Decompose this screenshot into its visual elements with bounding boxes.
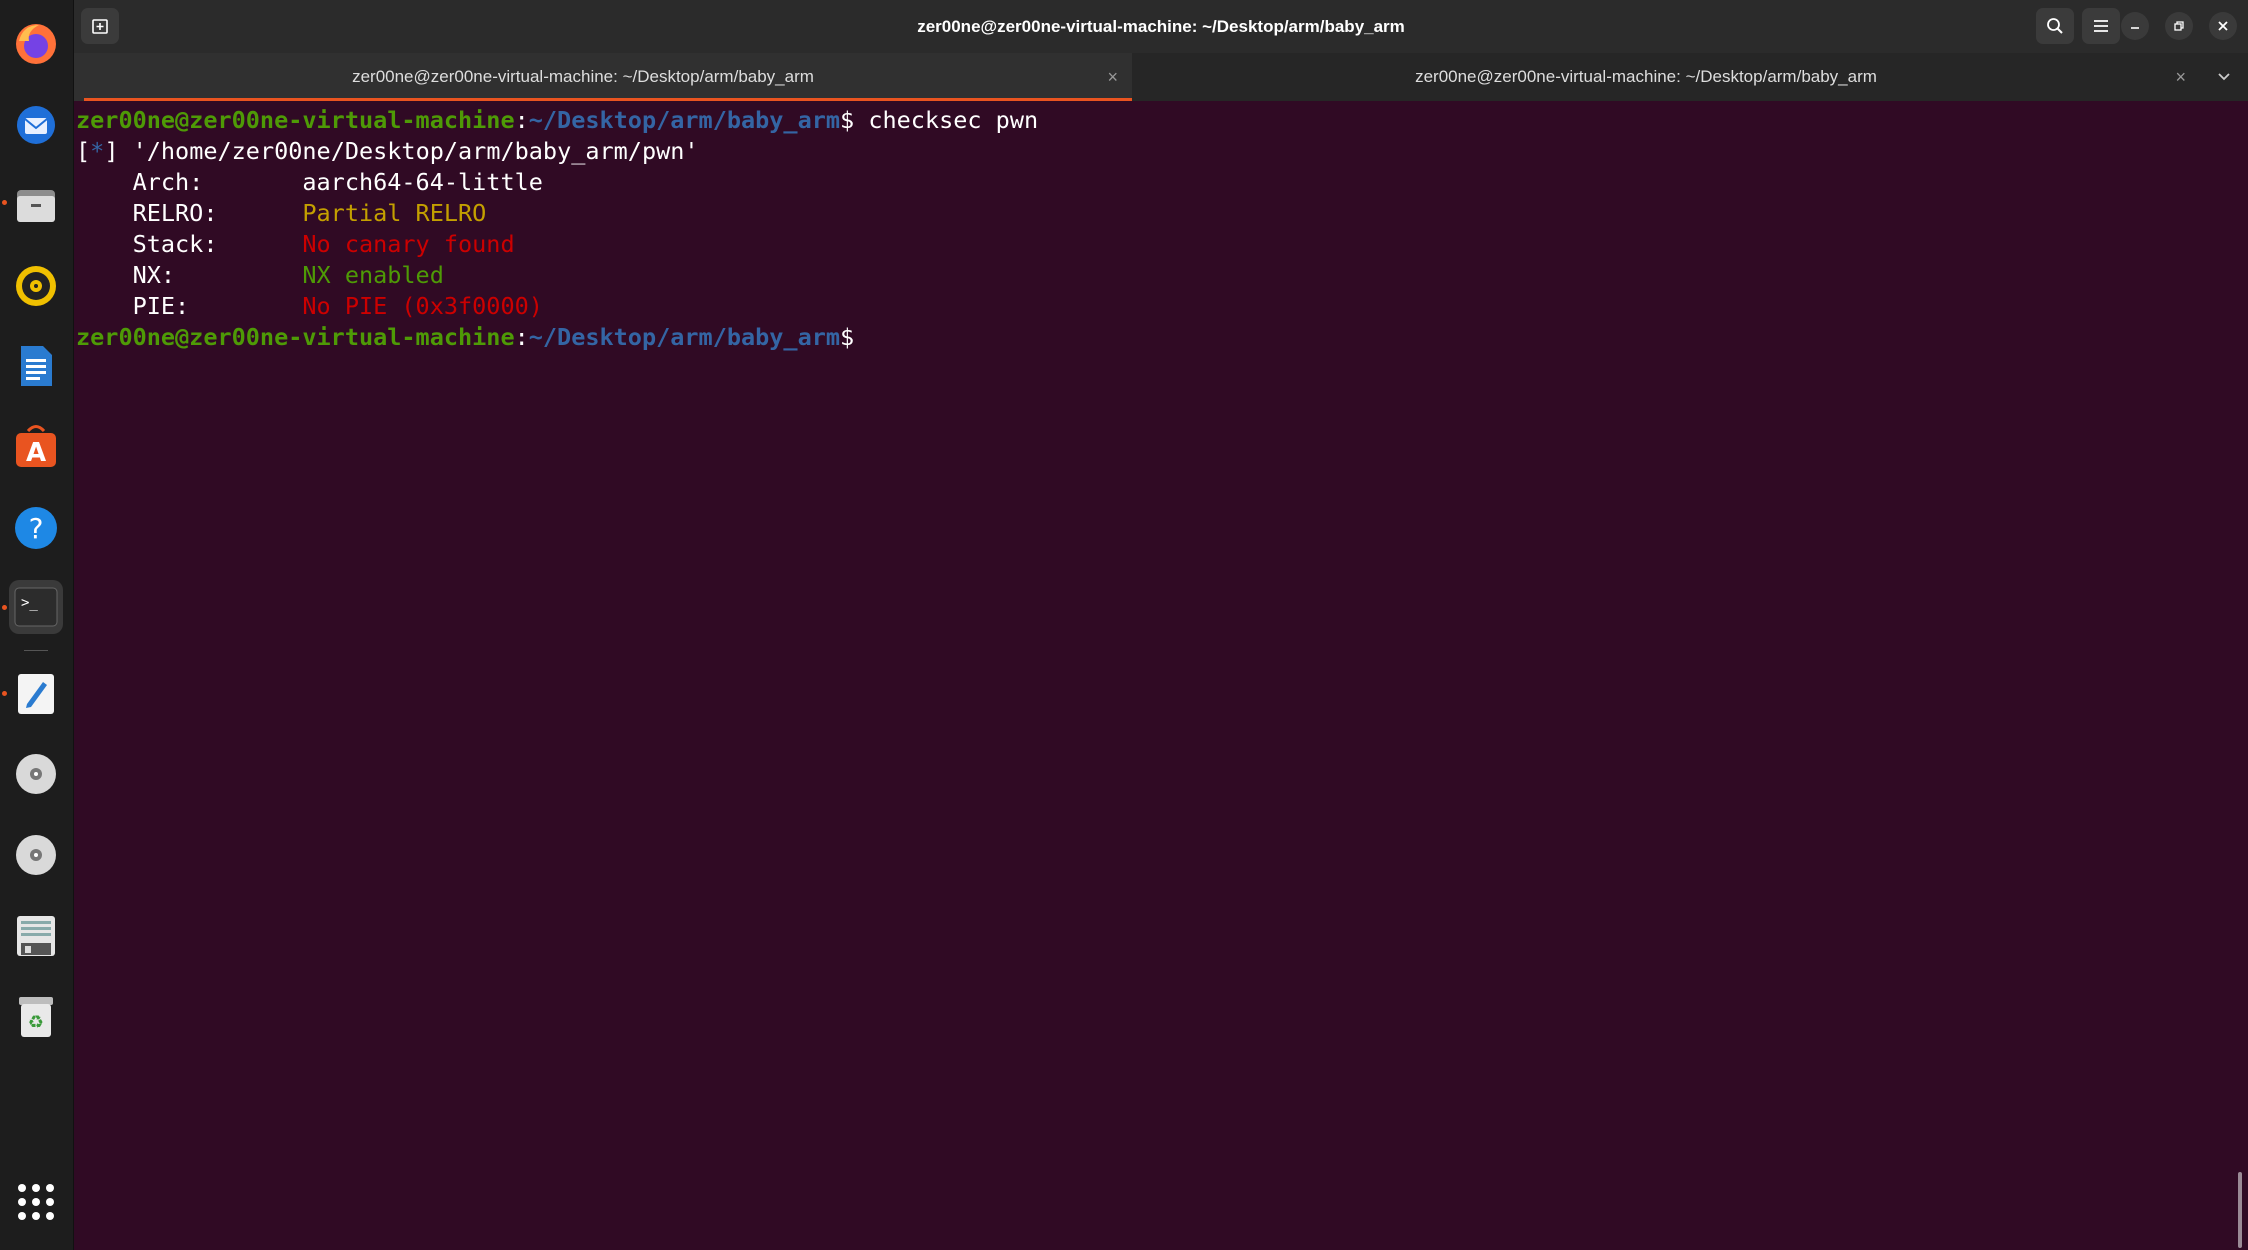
- scrollbar[interactable]: [2238, 1172, 2242, 1248]
- tab-list-button[interactable]: [2212, 65, 2236, 89]
- prompt-colon: :: [514, 106, 529, 134]
- search-button[interactable]: [2036, 8, 2074, 44]
- bracket-open: [: [76, 137, 91, 165]
- prompt-line: zer00ne@zer00ne-virtual-machine:~/Deskto…: [76, 105, 1038, 136]
- checksec-row-relro: RELRO: Partial RELRO: [76, 198, 487, 229]
- row-value: No PIE (0x3f0000): [302, 292, 543, 320]
- window-title: zer00ne@zer00ne-virtual-machine: ~/Deskt…: [917, 17, 1405, 36]
- prompt-path: ~/Desktop/arm/baby_arm: [528, 323, 841, 351]
- minimize-icon: [2131, 27, 2139, 29]
- menu-button[interactable]: [2082, 8, 2120, 44]
- checksec-row-arch: Arch: aarch64-64-little: [76, 167, 543, 198]
- prompt-user: zer00ne@zer00ne-virtual-machine: [76, 323, 515, 351]
- help-icon[interactable]: ?: [9, 501, 63, 555]
- checksec-row-stack: Stack: No canary found: [76, 229, 515, 260]
- row-value: aarch64-64-little: [302, 168, 543, 196]
- row-key: PIE:: [76, 292, 303, 320]
- prompt-path: ~/Desktop/arm/baby_arm: [528, 106, 841, 134]
- disc-icon[interactable]: [9, 828, 63, 882]
- tab-label: zer00ne@zer00ne-virtual-machine: ~/Deskt…: [1415, 67, 1877, 86]
- files-icon[interactable]: [2, 178, 63, 232]
- tab-2[interactable]: zer00ne@zer00ne-virtual-machine: ~/Deskt…: [1132, 53, 2200, 101]
- thunderbird-icon[interactable]: [9, 97, 63, 151]
- checksec-row-nx: NX: NX enabled: [76, 260, 444, 291]
- minimize-button[interactable]: [2121, 12, 2149, 40]
- close-icon: [2218, 21, 2228, 31]
- checksec-row-pie: PIE: No PIE (0x3f0000): [76, 291, 543, 322]
- prompt-line: zer00ne@zer00ne-virtual-machine:~/Deskto…: [76, 322, 854, 353]
- prompt-user: zer00ne@zer00ne-virtual-machine: [76, 106, 515, 134]
- title-bar: zer00ne@zer00ne-virtual-machine: ~/Deskt…: [74, 0, 2248, 53]
- info-star: *: [90, 137, 105, 165]
- tab-label: zer00ne@zer00ne-virtual-machine: ~/Deskt…: [352, 67, 814, 86]
- tab-close-button[interactable]: ×: [1107, 53, 1118, 101]
- row-key: NX:: [76, 261, 303, 289]
- show-apps-icon[interactable]: [9, 1175, 63, 1229]
- close-window-button[interactable]: [2209, 12, 2237, 40]
- restore-icon: [2174, 21, 2184, 31]
- rhythmbox-icon[interactable]: [9, 259, 63, 313]
- app-center-icon[interactable]: A: [9, 420, 63, 474]
- tab-bar: zer00ne@zer00ne-virtual-machine: ~/Deskt…: [74, 53, 2248, 101]
- restore-button[interactable]: [2165, 12, 2193, 40]
- tab-close-button[interactable]: ×: [2175, 53, 2186, 101]
- row-key: Stack:: [76, 230, 303, 258]
- disc-icon[interactable]: [9, 747, 63, 801]
- trash-icon[interactable]: ♻: [9, 990, 63, 1044]
- svg-text:♻: ♻: [28, 1012, 44, 1033]
- row-value: Partial RELRO: [302, 199, 487, 227]
- text-editor-icon[interactable]: [2, 666, 63, 720]
- info-path: '/home/zer00ne/Desktop/arm/baby_arm/pwn': [118, 137, 699, 165]
- dock: A ? >_ ♻: [0, 0, 74, 1250]
- svg-text:?: ?: [29, 512, 44, 545]
- writer-icon[interactable]: [9, 339, 63, 393]
- prompt-dollar: $: [840, 106, 855, 134]
- hamburger-menu-icon: [2094, 20, 2108, 32]
- info-line: [*] '/home/zer00ne/Desktop/arm/baby_arm/…: [76, 136, 699, 167]
- bracket-close: ]: [104, 137, 119, 165]
- svg-text:>_: >_: [21, 595, 38, 611]
- row-value: No canary found: [302, 230, 515, 258]
- terminal-icon[interactable]: >_: [2, 580, 63, 634]
- floppy-icon[interactable]: [9, 909, 63, 963]
- tab-1[interactable]: zer00ne@zer00ne-virtual-machine: ~/Deskt…: [74, 53, 1132, 101]
- svg-text:A: A: [26, 438, 46, 468]
- dock-separator: [24, 650, 48, 651]
- prompt-colon: :: [514, 323, 529, 351]
- terminal-output[interactable]: zer00ne@zer00ne-virtual-machine:~/Deskto…: [74, 101, 2248, 1250]
- firefox-icon[interactable]: [9, 17, 63, 71]
- prompt-dollar: $: [840, 323, 855, 351]
- row-value: NX enabled: [302, 261, 444, 289]
- search-icon: [2047, 18, 2063, 34]
- chevron-down-icon: [2218, 73, 2230, 81]
- command-text: checksec pwn: [854, 106, 1039, 134]
- row-key: RELRO:: [76, 199, 303, 227]
- row-key: Arch:: [76, 168, 303, 196]
